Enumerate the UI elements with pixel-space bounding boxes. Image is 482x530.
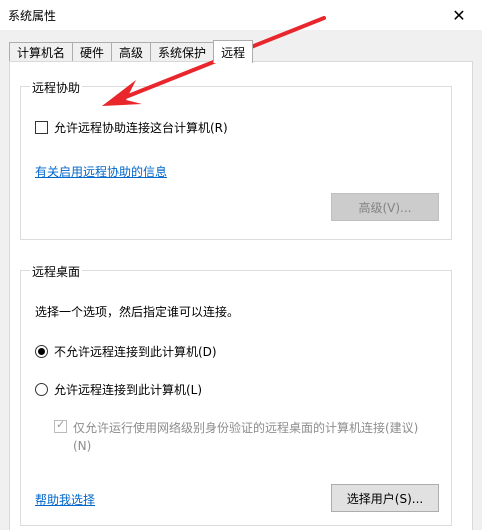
allow-remote-assistance-row[interactable]: 允许远程协助连接这台计算机(R) <box>35 119 228 136</box>
remote-assistance-info-link[interactable]: 有关启用远程协助的信息 <box>35 163 167 180</box>
close-icon: ✕ <box>452 5 466 25</box>
allow-remote-assistance-label: 允许远程协助连接这台计算机(R) <box>54 121 228 135</box>
tab-label: 系统保护 <box>158 46 207 60</box>
remote-assistance-title: 远程协助 <box>30 79 83 96</box>
tab-advanced[interactable]: 高级 <box>111 42 152 62</box>
select-users-button[interactable]: 选择用户(S)... <box>331 484 439 512</box>
remote-desktop-title: 远程桌面 <box>30 263 83 280</box>
allow-remote-option[interactable]: 允许远程连接到此计算机(L) <box>35 381 202 398</box>
advanced-button[interactable]: 高级(V)... <box>331 193 439 221</box>
help-me-choose-link[interactable]: 帮助我选择 <box>35 491 95 508</box>
tab-label: 计算机名 <box>17 46 66 60</box>
remote-assistance-group: 远程协助 允许远程协助连接这台计算机(R) 有关启用远程协助的信息 高级(V).… <box>20 79 452 240</box>
allow-remote-radio[interactable] <box>35 383 48 396</box>
nla-only-label: 仅允许运行使用网络级别身份验证的远程桌面的计算机连接(建议) (N) <box>73 419 418 455</box>
deny-remote-option[interactable]: 不允许远程连接到此计算机(D) <box>35 343 217 360</box>
tab-computer-name[interactable]: 计算机名 <box>9 42 74 62</box>
nla-only-label-line1: 仅允许运行使用网络级别身份验证的远程桌面的计算机连接(建议) <box>73 421 419 435</box>
nla-only-checkbox[interactable] <box>54 418 67 433</box>
tab-label: 远程 <box>221 45 246 60</box>
select-users-button-label: 选择用户(S)... <box>346 491 424 506</box>
advanced-button-label: 高级(V)... <box>358 200 412 215</box>
close-button[interactable]: ✕ <box>436 0 482 30</box>
remote-desktop-group: 远程桌面 选择一个选项，然后指定谁可以连接。 不允许远程连接到此计算机(D) 允… <box>20 263 452 526</box>
tab-label: 高级 <box>119 46 144 60</box>
nla-only-label-line2: (N) <box>73 439 92 453</box>
deny-remote-radio[interactable] <box>35 345 48 358</box>
window-title: 系统属性 <box>8 9 57 23</box>
allow-remote-label: 允许远程连接到此计算机(L) <box>54 383 203 397</box>
tab-strip: 计算机名 硬件 高级 系统保护 远程 <box>9 40 254 63</box>
tab-remote[interactable]: 远程 <box>213 40 254 63</box>
allow-remote-assistance-checkbox[interactable] <box>35 121 48 134</box>
title-bar: 系统属性 ✕ <box>0 0 482 30</box>
system-properties-window: 系统属性 ✕ 计算机名 硬件 高级 系统保护 远程 远程协助 允许远程协助连接这… <box>0 0 482 530</box>
remote-desktop-instruction: 选择一个选项，然后指定谁可以连接。 <box>35 305 240 319</box>
tab-hardware[interactable]: 硬件 <box>72 42 113 62</box>
tab-system-protection[interactable]: 系统保护 <box>150 42 215 62</box>
tab-label: 硬件 <box>80 46 105 60</box>
tab-panel-remote: 远程协助 允许远程协助连接这台计算机(R) 有关启用远程协助的信息 高级(V).… <box>9 61 473 530</box>
nla-only-row[interactable]: 仅允许运行使用网络级别身份验证的远程桌面的计算机连接(建议) (N) <box>54 418 418 455</box>
deny-remote-label: 不允许远程连接到此计算机(D) <box>54 345 217 359</box>
